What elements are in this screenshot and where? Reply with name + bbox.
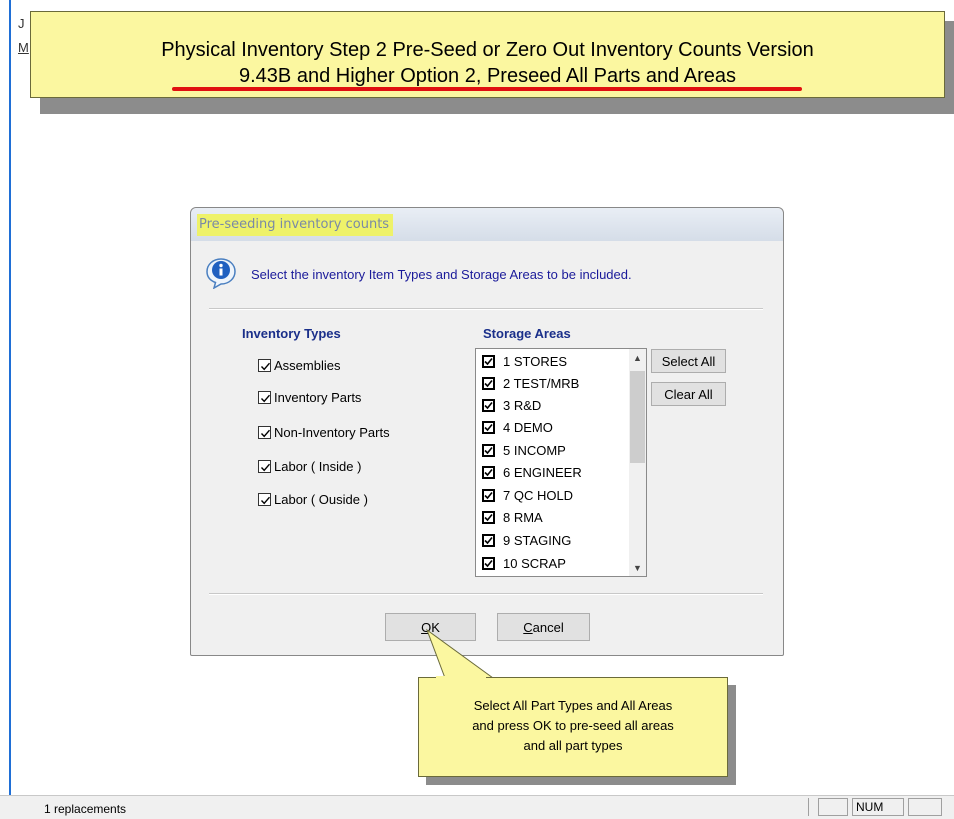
checkbox-check-icon <box>258 425 271 439</box>
status-panel-scroll <box>908 798 942 816</box>
callout-line-3: and all part types <box>523 738 623 753</box>
dialog-message: Select the inventory Item Types and Stor… <box>251 267 632 282</box>
inventory-types-title: Inventory Types <box>242 326 341 341</box>
checkbox-check-icon <box>482 354 495 368</box>
storage-area-label: 8 RMA <box>503 509 543 525</box>
storage-area-item[interactable]: 8 RMA <box>482 507 543 527</box>
storage-area-item[interactable]: 2 TEST/MRB <box>482 373 579 393</box>
checkbox-label: Non-Inventory Parts <box>274 424 390 440</box>
list-scrollbar[interactable]: ▲ ▼ <box>629 349 646 576</box>
checkbox-check-icon <box>258 459 271 473</box>
clear-all-button[interactable]: Clear All <box>651 382 726 406</box>
storage-area-label: 2 TEST/MRB <box>503 375 580 391</box>
checkbox-check-icon <box>482 533 495 547</box>
storage-area-label: 9 STAGING <box>503 532 572 548</box>
storage-areas-list[interactable]: 1 STORES 2 TEST/MRB 3 R&D 4 DEMO 5 INCOM… <box>475 348 647 577</box>
storage-area-label: 7 QC HOLD <box>503 487 574 503</box>
storage-area-item[interactable]: 3 R&D <box>482 395 541 415</box>
bottom-callout: Select All Part Types and All Areas and … <box>418 677 728 777</box>
storage-area-label: 1 STORES <box>503 353 568 369</box>
background-menu-fragment-2: M <box>18 40 29 55</box>
preseed-dialog: Pre-seeding inventory counts Select the … <box>190 207 784 656</box>
status-num-indicator: NUM <box>852 798 904 816</box>
callout-line-1: Select All Part Types and All Areas <box>473 698 673 713</box>
checkbox-inventory-parts[interactable]: Inventory Parts <box>258 388 361 406</box>
app-window-border <box>9 0 11 795</box>
status-bar: 1 replacements NUM <box>0 795 954 819</box>
title-line-1: Physical Inventory Step 2 Pre-Seed or Ze… <box>161 39 814 61</box>
checkbox-label: Inventory Parts <box>274 389 362 405</box>
title-callout: Physical Inventory Step 2 Pre-Seed or Ze… <box>30 11 945 98</box>
checkbox-label: Labor ( Ouside ) <box>274 491 368 507</box>
checkbox-label: Assemblies <box>274 357 341 373</box>
storage-area-item[interactable]: 5 INCOMP <box>482 440 566 460</box>
callout-pointer <box>425 628 495 679</box>
scroll-down-icon[interactable]: ▼ <box>629 559 646 576</box>
storage-area-item[interactable]: 10 SCRAP <box>482 553 566 573</box>
checkbox-check-icon <box>258 492 271 506</box>
cancel-mnemonic: C <box>523 619 533 635</box>
checkbox-check-icon <box>482 398 495 412</box>
storage-area-label: 3 R&D <box>503 397 542 413</box>
divider <box>209 308 763 310</box>
select-all-button[interactable]: Select All <box>651 349 726 373</box>
info-icon <box>206 258 236 289</box>
dialog-title: Pre-seeding inventory counts <box>197 214 394 236</box>
checkbox-assemblies[interactable]: Assemblies <box>258 356 340 374</box>
status-text: 1 replacements <box>44 802 127 816</box>
dialog-titlebar[interactable]: Pre-seeding inventory counts <box>191 208 783 241</box>
red-underline-annotation <box>172 87 802 91</box>
status-separator <box>808 798 812 816</box>
storage-area-item[interactable]: 1 STORES <box>482 351 567 371</box>
storage-area-label: 6 ENGINEER <box>503 464 582 480</box>
storage-area-label: 10 SCRAP <box>503 555 566 571</box>
storage-area-item[interactable]: 9 STAGING <box>482 530 571 550</box>
checkbox-labor-inside[interactable]: Labor ( Inside ) <box>258 457 361 475</box>
title-line-2: 9.43B and Higher Option 2, Preseed All P… <box>239 65 736 87</box>
storage-area-item[interactable]: 4 DEMO <box>482 417 553 437</box>
cancel-button[interactable]: Cancel <box>497 613 590 641</box>
checkbox-check-icon <box>482 420 495 434</box>
checkbox-check-icon <box>482 465 495 479</box>
divider-bottom <box>209 593 763 595</box>
checkbox-check-icon <box>482 510 495 524</box>
scroll-up-icon[interactable]: ▲ <box>629 349 646 366</box>
storage-areas-title: Storage Areas <box>483 326 571 341</box>
callout-pointer-join <box>436 676 486 679</box>
background-menu-fragment: J <box>18 16 25 31</box>
checkbox-check-icon <box>258 358 271 372</box>
checkbox-check-icon <box>482 376 495 390</box>
checkbox-check-icon <box>258 390 271 404</box>
storage-area-label: 4 DEMO <box>503 419 553 435</box>
storage-area-label: 5 INCOMP <box>503 442 566 458</box>
scroll-thumb[interactable] <box>630 371 645 463</box>
checkbox-non-inventory-parts[interactable]: Non-Inventory Parts <box>258 423 390 441</box>
storage-area-item[interactable]: 7 QC HOLD <box>482 485 573 505</box>
checkbox-check-icon <box>482 443 495 457</box>
status-panel-caps <box>818 798 848 816</box>
checkbox-check-icon <box>482 556 495 570</box>
checkbox-label: Labor ( Inside ) <box>274 458 362 474</box>
checkbox-check-icon <box>482 488 495 502</box>
storage-area-item[interactable]: 6 ENGINEER <box>482 462 582 482</box>
checkbox-labor-outside[interactable]: Labor ( Ouside ) <box>258 490 368 508</box>
cancel-label: ancel <box>532 619 564 635</box>
callout-line-2: and press OK to pre-seed all areas <box>472 718 674 733</box>
